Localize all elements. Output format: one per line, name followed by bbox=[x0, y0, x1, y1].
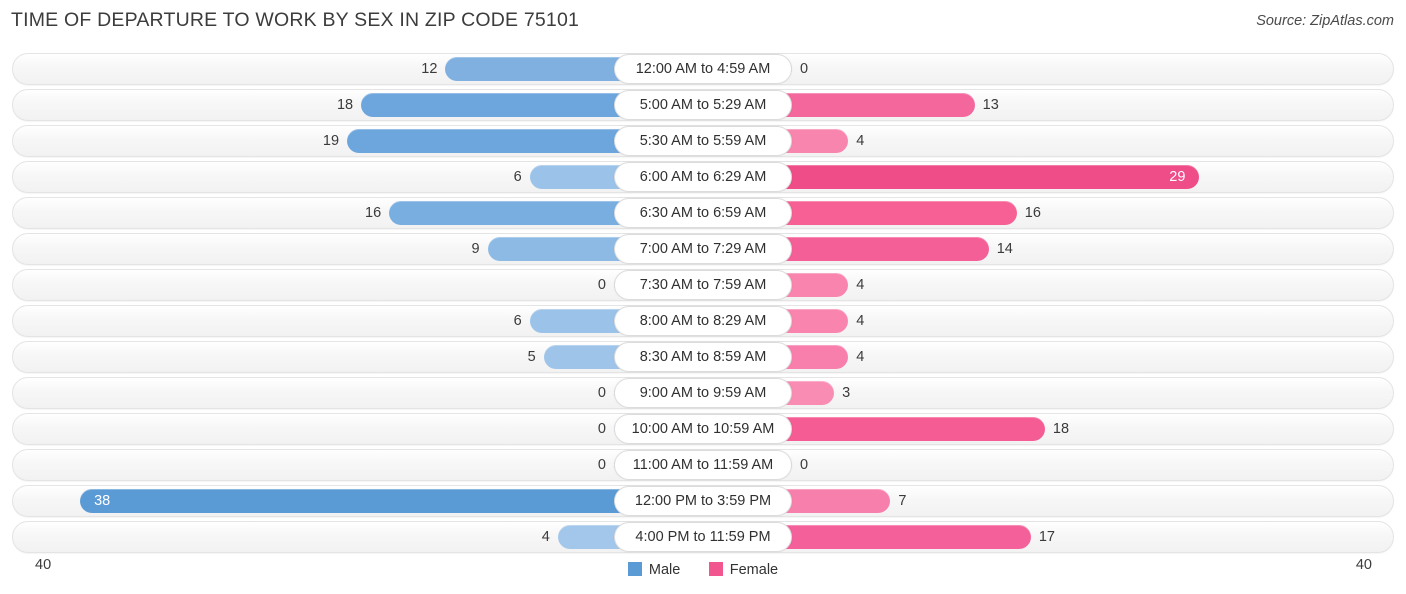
bar-value-male: 12 bbox=[421, 61, 438, 77]
chart-footer: 40 40 Male Female bbox=[0, 555, 1406, 594]
category-label-pill: 8:00 AM to 8:29 AM bbox=[614, 306, 792, 336]
bar-value-female: 4 bbox=[856, 133, 865, 149]
bar-value-male: 18 bbox=[336, 97, 354, 113]
legend-label-male: Male bbox=[648, 562, 681, 578]
category-label-pill: 12:00 PM to 3:59 PM bbox=[614, 486, 792, 516]
bar-value-female: 7 bbox=[898, 493, 907, 509]
category-label-pill: 8:30 AM to 8:59 AM bbox=[614, 342, 792, 372]
chart-row[interactable]: 0 4 7:30 AM to 7:59 AM bbox=[0, 267, 1406, 303]
chart-legend: Male Female bbox=[0, 555, 1406, 585]
bar-value-male: 0 bbox=[597, 457, 606, 473]
bar-value-male: 0 bbox=[597, 421, 606, 437]
bar-value-male: 9 bbox=[471, 241, 480, 257]
category-label-pill: 7:30 AM to 7:59 AM bbox=[614, 270, 792, 300]
row-bars: 16 16 6:30 AM to 6:59 AM bbox=[0, 195, 1406, 231]
bar-value-female: 17 bbox=[1038, 529, 1055, 545]
bar-value-female: 3 bbox=[842, 385, 851, 401]
row-bars: 0 3 9:00 AM to 9:59 AM bbox=[0, 375, 1406, 411]
bar-value-male: 19 bbox=[322, 133, 340, 149]
bar-value-female: 29 bbox=[1169, 169, 1186, 185]
chart-root: TIME OF DEPARTURE TO WORK BY SEX IN ZIP … bbox=[0, 0, 1406, 594]
category-label-pill: 6:30 AM to 6:59 AM bbox=[614, 198, 792, 228]
category-label-pill: 5:00 AM to 5:29 AM bbox=[614, 90, 792, 120]
bar-value-female: 18 bbox=[1052, 421, 1070, 437]
source-attribution: Source: ZipAtlas.com bbox=[1256, 13, 1394, 29]
category-label-pill: 4:00 PM to 11:59 PM bbox=[614, 522, 792, 552]
row-bars: 0 4 7:30 AM to 7:59 AM bbox=[0, 267, 1406, 303]
bar-value-female: 14 bbox=[996, 241, 1013, 257]
chart-row[interactable]: 4 17 4:00 PM to 11:59 PM bbox=[0, 519, 1406, 555]
category-label-pill: 10:00 AM to 10:59 AM bbox=[614, 414, 792, 444]
chart-row[interactable]: 0 0 11:00 AM to 11:59 AM bbox=[0, 447, 1406, 483]
bar-male[interactable] bbox=[80, 489, 703, 513]
row-bars: 18 13 5:00 AM to 5:29 AM bbox=[0, 87, 1406, 123]
legend-swatch-female-icon bbox=[708, 562, 723, 576]
chart-row[interactable]: 18 13 5:00 AM to 5:29 AM bbox=[0, 87, 1406, 123]
legend-swatch-male-icon bbox=[627, 562, 642, 576]
chart-header: TIME OF DEPARTURE TO WORK BY SEX IN ZIP … bbox=[0, 0, 1406, 42]
row-bars: 12 0 12:00 AM to 4:59 AM bbox=[0, 51, 1406, 87]
chart-row[interactable]: 12 0 12:00 AM to 4:59 AM bbox=[0, 51, 1406, 87]
chart-row[interactable]: 6 4 8:00 AM to 8:29 AM bbox=[0, 303, 1406, 339]
row-bars: 0 0 11:00 AM to 11:59 AM bbox=[0, 447, 1406, 483]
bar-value-male: 4 bbox=[541, 529, 550, 545]
row-bars: 19 4 5:30 AM to 5:59 AM bbox=[0, 123, 1406, 159]
chart-row[interactable]: 19 4 5:30 AM to 5:59 AM bbox=[0, 123, 1406, 159]
row-bars: 38 7 12:00 PM to 3:59 PM bbox=[0, 483, 1406, 519]
row-bars: 6 4 8:00 AM to 8:29 AM bbox=[0, 303, 1406, 339]
row-bars: 9 14 7:00 AM to 7:29 AM bbox=[0, 231, 1406, 267]
chart-row[interactable]: 0 3 9:00 AM to 9:59 AM bbox=[0, 375, 1406, 411]
category-label-pill: 12:00 AM to 4:59 AM bbox=[614, 54, 792, 84]
chart-row[interactable]: 38 7 12:00 PM to 3:59 PM bbox=[0, 483, 1406, 519]
bar-value-female: 4 bbox=[856, 313, 865, 329]
chart-row[interactable]: 6 29 6:00 AM to 6:29 AM bbox=[0, 159, 1406, 195]
bar-value-male: 0 bbox=[597, 385, 606, 401]
row-bars: 0 18 10:00 AM to 10:59 AM bbox=[0, 411, 1406, 447]
category-label-pill: 7:00 AM to 7:29 AM bbox=[614, 234, 792, 264]
row-bars: 4 17 4:00 PM to 11:59 PM bbox=[0, 519, 1406, 555]
bar-value-male: 16 bbox=[365, 205, 382, 221]
bar-value-female: 0 bbox=[800, 457, 809, 473]
category-label-pill: 6:00 AM to 6:29 AM bbox=[614, 162, 792, 192]
bar-value-female: 4 bbox=[856, 277, 865, 293]
legend-label-female: Female bbox=[729, 562, 779, 578]
chart-row[interactable]: 0 18 10:00 AM to 10:59 AM bbox=[0, 411, 1406, 447]
row-bars: 5 4 8:30 AM to 8:59 AM bbox=[0, 339, 1406, 375]
bar-value-male: 5 bbox=[527, 349, 536, 365]
category-label-pill: 9:00 AM to 9:59 AM bbox=[614, 378, 792, 408]
chart-row[interactable]: 16 16 6:30 AM to 6:59 AM bbox=[0, 195, 1406, 231]
chart-row[interactable]: 5 4 8:30 AM to 8:59 AM bbox=[0, 339, 1406, 375]
legend-item-female[interactable]: Female bbox=[708, 555, 779, 585]
legend-item-male[interactable]: Male bbox=[627, 555, 681, 585]
bar-value-male: 38 bbox=[94, 493, 111, 509]
row-bars: 6 29 6:00 AM to 6:29 AM bbox=[0, 159, 1406, 195]
category-label-pill: 5:30 AM to 5:59 AM bbox=[614, 126, 792, 156]
bar-value-female: 16 bbox=[1024, 205, 1041, 221]
bar-value-male: 0 bbox=[597, 277, 606, 293]
bar-value-male: 6 bbox=[513, 169, 522, 185]
bar-value-female: 0 bbox=[800, 61, 809, 77]
bar-value-male: 6 bbox=[513, 313, 522, 329]
chart-row[interactable]: 9 14 7:00 AM to 7:29 AM bbox=[0, 231, 1406, 267]
category-label-pill: 11:00 AM to 11:59 AM bbox=[614, 450, 792, 480]
bar-value-female: 4 bbox=[856, 349, 865, 365]
bar-value-female: 13 bbox=[982, 97, 999, 113]
page-title: TIME OF DEPARTURE TO WORK BY SEX IN ZIP … bbox=[11, 9, 580, 31]
chart-plot-area: 12 0 12:00 AM to 4:59 AM 18 13 5:00 AM to 5:2… bbox=[0, 51, 1406, 554]
